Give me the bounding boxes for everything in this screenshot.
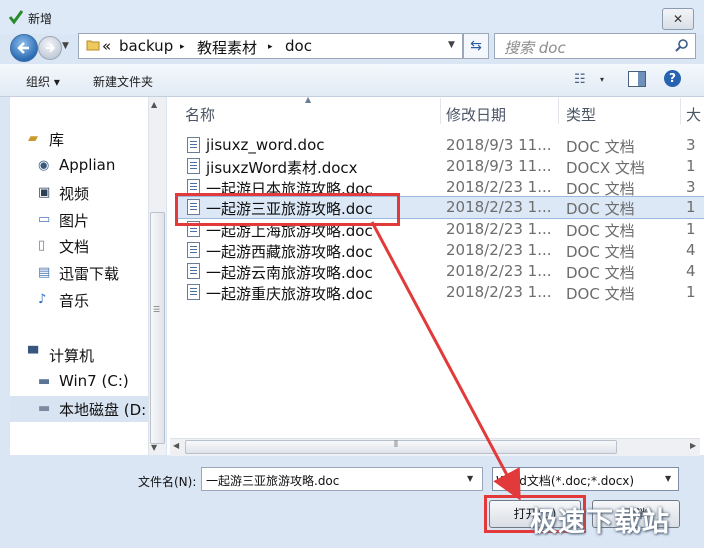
annotation-arrow-icon xyxy=(370,221,521,501)
watermark: 极速下载站 xyxy=(530,507,670,538)
